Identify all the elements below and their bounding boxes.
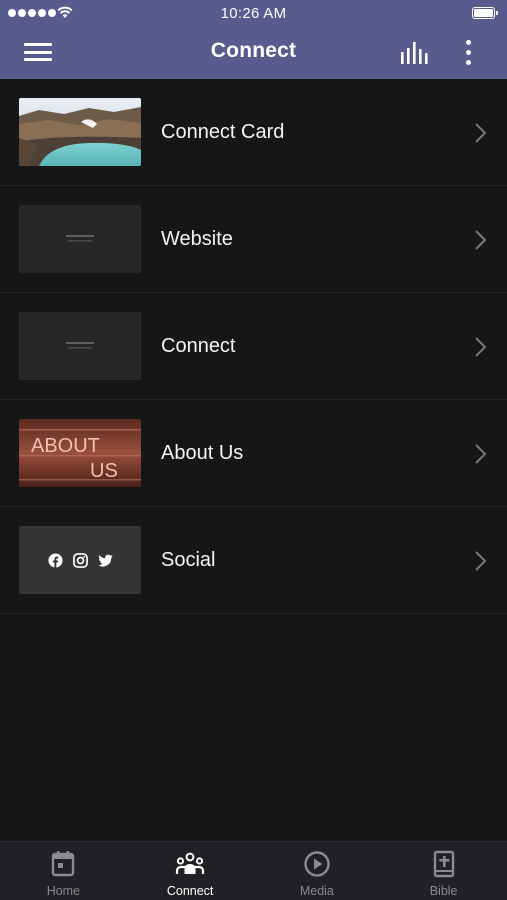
- list-item-website[interactable]: Website: [0, 186, 507, 293]
- tab-label: Media: [299, 884, 334, 898]
- list-item-label: Connect: [161, 335, 236, 357]
- us-thumbnail-text: US: [90, 460, 118, 482]
- play-circle-icon: [304, 851, 330, 877]
- page-title: Connect: [210, 39, 297, 62]
- list-item-about-us[interactable]: ABOUT US About Us: [0, 400, 507, 507]
- list-item-connect[interactable]: Connect: [0, 293, 507, 400]
- social-thumbnail: [19, 526, 141, 594]
- placeholder-thumbnail: [19, 205, 141, 273]
- tab-label: Home: [46, 884, 81, 898]
- people-group-icon: [176, 852, 205, 874]
- calendar-icon: [52, 851, 75, 877]
- list-item-label: Connect Card: [161, 121, 285, 143]
- nav-bar: Connect: [0, 26, 507, 79]
- more-options-button[interactable]: [456, 38, 480, 68]
- chevron-right-icon: [475, 123, 487, 143]
- chevron-right-icon: [475, 230, 487, 250]
- tab-home[interactable]: Home: [0, 842, 127, 900]
- chevron-right-icon: [475, 551, 487, 571]
- twitter-icon: [97, 554, 113, 567]
- list-item-connect-card[interactable]: Connect Card: [0, 79, 507, 186]
- tab-label: Bible: [429, 884, 458, 898]
- audio-bars-icon[interactable]: [399, 40, 431, 66]
- about-us-thumbnail: ABOUT US: [19, 419, 141, 487]
- status-time: 10:26 AM: [220, 5, 287, 22]
- tab-label: Connect: [166, 884, 214, 898]
- list-item-label: About Us: [161, 442, 244, 464]
- landscape-thumbnail: [19, 98, 141, 166]
- menu-button[interactable]: [24, 41, 54, 63]
- list-item-social[interactable]: Social: [0, 507, 507, 614]
- tab-bible[interactable]: Bible: [380, 842, 507, 900]
- bottom-tab-bar: Home Connect Media Bible: [0, 841, 507, 900]
- chevron-right-icon: [475, 444, 487, 464]
- about-thumbnail-text: ABOUT: [31, 435, 100, 457]
- status-bar: 10:26 AM: [0, 0, 507, 26]
- app-header: 10:26 AM Connect: [0, 0, 507, 79]
- tab-connect[interactable]: Connect: [127, 842, 254, 900]
- list-item-label: Social: [161, 549, 216, 571]
- connect-list: Connect Card Website Connect ABOUT US Ab…: [0, 79, 507, 614]
- tab-media[interactable]: Media: [254, 842, 381, 900]
- bible-book-icon: [433, 850, 454, 878]
- battery-icon: [472, 7, 499, 19]
- placeholder-thumbnail: [19, 312, 141, 380]
- chevron-right-icon: [475, 337, 487, 357]
- facebook-icon: [47, 552, 63, 568]
- instagram-icon: [72, 552, 88, 568]
- list-item-label: Website: [161, 228, 233, 250]
